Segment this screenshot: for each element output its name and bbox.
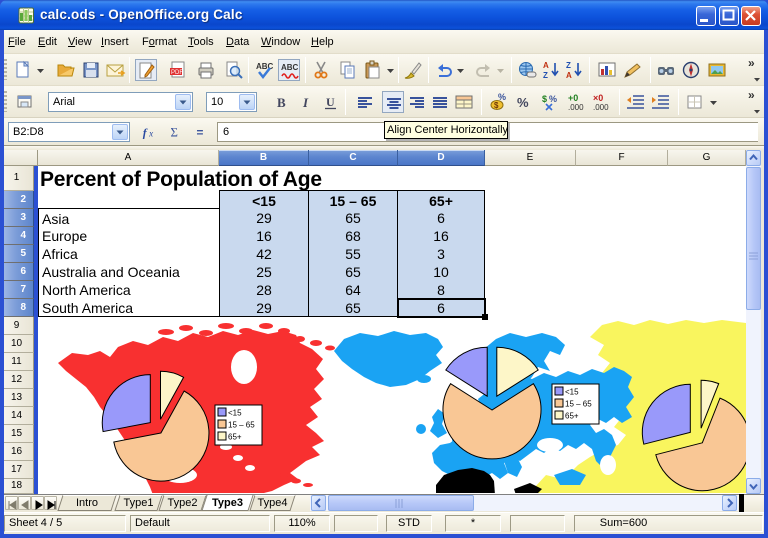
svg-text:A: A	[566, 71, 572, 80]
svg-text:<15: <15	[228, 409, 242, 418]
svg-text:×0: ×0	[593, 93, 603, 103]
svg-text:65+: 65+	[228, 433, 242, 442]
svg-text:<15: <15	[565, 388, 579, 397]
svg-text:x: x	[148, 129, 153, 139]
svg-text:.000: .000	[593, 103, 609, 112]
svg-text:ABC: ABC	[281, 63, 299, 72]
svg-text:U: U	[326, 95, 335, 109]
svg-text:Σ: Σ	[171, 126, 178, 140]
svg-text:15 – 65: 15 – 65	[228, 421, 255, 430]
svg-text:B: B	[277, 95, 286, 110]
svg-text:%: %	[549, 94, 557, 104]
svg-text:f: f	[143, 126, 148, 140]
svg-text:65+: 65+	[565, 412, 579, 421]
svg-text:=: =	[197, 126, 204, 140]
svg-text:PDF: PDF	[171, 70, 183, 76]
svg-text:A: A	[543, 61, 549, 70]
svg-text:%: %	[517, 95, 529, 110]
svg-text:%: %	[498, 92, 506, 102]
svg-text:$: $	[542, 94, 547, 104]
svg-text:Z: Z	[566, 61, 571, 70]
svg-text:$: $	[494, 101, 499, 110]
svg-text:+0: +0	[568, 93, 578, 103]
svg-text:.000: .000	[568, 103, 584, 112]
svg-text:I: I	[302, 95, 309, 110]
svg-text:ABC: ABC	[256, 62, 274, 71]
svg-text:Z: Z	[543, 71, 548, 80]
svg-text:15 – 65: 15 – 65	[565, 400, 592, 409]
